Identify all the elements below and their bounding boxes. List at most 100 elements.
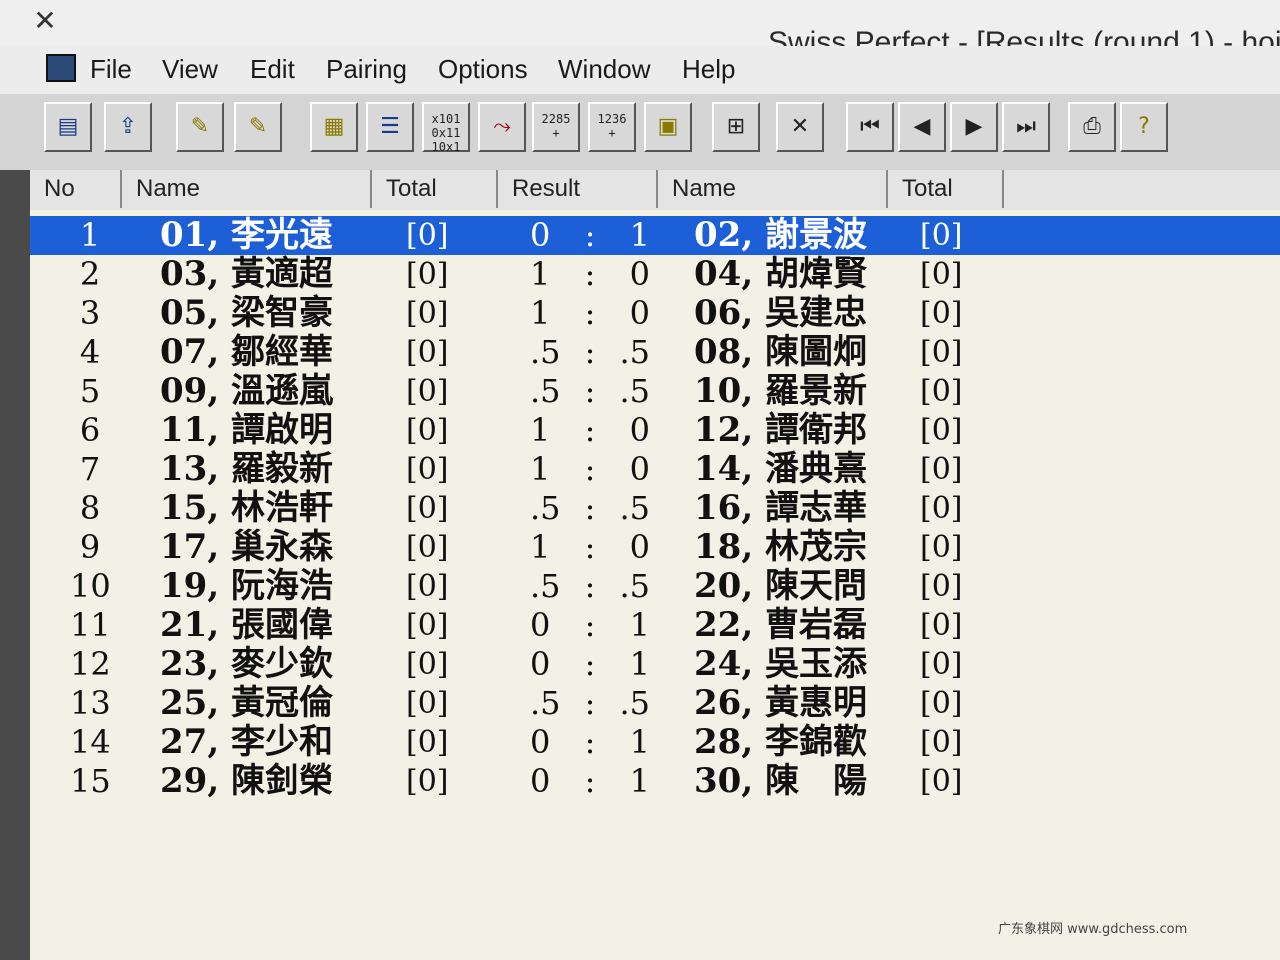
print-icon[interactable]: ⎙ bbox=[1068, 102, 1116, 152]
table-row[interactable]: 9 17, 巢永森 [0] 1:0 18, 林茂宗 [0] bbox=[30, 528, 1280, 567]
white-total: [0] bbox=[406, 764, 449, 799]
result[interactable]: 1:0 bbox=[530, 294, 650, 333]
flashlight-more-icon[interactable]: ✎ bbox=[234, 102, 282, 152]
row-no: 7 bbox=[79, 450, 101, 488]
first-icon[interactable]: ⏮ bbox=[846, 102, 894, 152]
table-row[interactable]: 12 23, 麥少欽 [0] 0:1 24, 吳玉添 [0] bbox=[30, 645, 1280, 684]
result[interactable]: 0:1 bbox=[530, 723, 650, 762]
result[interactable]: 1:0 bbox=[530, 450, 650, 489]
white-total: [0] bbox=[406, 335, 449, 370]
table-row[interactable]: 13 25, 黃冠倫 [0] .5: .5 26, 黃惠明 [0] bbox=[30, 684, 1280, 723]
result[interactable]: 1:0 bbox=[530, 411, 650, 450]
result-black: .5 bbox=[619, 333, 650, 371]
result[interactable]: .5: .5 bbox=[530, 567, 650, 606]
header-total2[interactable]: Total bbox=[888, 170, 1004, 208]
binary-icon[interactable]: x101 0x11 10x1 bbox=[422, 102, 470, 154]
result-white: 0 bbox=[530, 723, 551, 761]
menu-window[interactable]: Window bbox=[558, 54, 650, 85]
result-white: 1 bbox=[530, 294, 551, 332]
result[interactable]: .5: .5 bbox=[530, 333, 650, 372]
result-sep: : bbox=[584, 489, 596, 527]
cross-icon[interactable]: ✕ bbox=[776, 102, 824, 152]
table-row[interactable]: 11 21, 張國偉 [0] 0:1 22, 曹岩磊 [0] bbox=[30, 606, 1280, 645]
header-name2[interactable]: Name bbox=[658, 170, 888, 208]
white-total: [0] bbox=[406, 647, 449, 682]
add-2285-label: 2285 bbox=[541, 112, 571, 126]
black-player: 20, 陳天問 bbox=[694, 566, 867, 606]
result-sep: : bbox=[584, 528, 596, 566]
menu-options[interactable]: Options bbox=[438, 54, 528, 85]
white-total: [0] bbox=[406, 686, 449, 721]
result-white: 0 bbox=[530, 606, 551, 644]
table-row[interactable]: 1 01, 李光遠 [0] 0:1 02, 謝景波 [0] bbox=[30, 216, 1280, 255]
table-row[interactable]: 7 13, 羅毅新 [0] 1:0 14, 潘典熹 [0] bbox=[30, 450, 1280, 489]
menu-help[interactable]: Help bbox=[682, 54, 735, 85]
black-player: 10, 羅景新 bbox=[694, 371, 867, 411]
menu-file[interactable]: File bbox=[90, 54, 132, 85]
black-total: [0] bbox=[920, 764, 963, 799]
add-2285-icon[interactable]: 2285 + bbox=[532, 102, 580, 152]
notes-icon[interactable]: ▦ bbox=[310, 102, 358, 152]
row-no: 9 bbox=[79, 528, 101, 566]
image-icon[interactable]: ▣ bbox=[644, 102, 692, 152]
white-player: 13, 羅毅新 bbox=[160, 449, 333, 489]
table-row[interactable]: 4 07, 鄒經華 [0] .5: .5 08, 陳圖炯 [0] bbox=[30, 333, 1280, 372]
document-icon[interactable] bbox=[46, 54, 76, 82]
help-icon[interactable]: ? bbox=[1120, 102, 1168, 152]
result-white: 1 bbox=[530, 528, 551, 566]
result[interactable]: .5: .5 bbox=[530, 372, 650, 411]
new-icon[interactable]: ▤ bbox=[44, 102, 92, 152]
row-no: 4 bbox=[79, 333, 101, 371]
header-name[interactable]: Name bbox=[122, 170, 372, 208]
white-player: 07, 鄒經華 bbox=[160, 332, 333, 372]
table-row[interactable]: 8 15, 林浩軒 [0] .5: .5 16, 譚志華 [0] bbox=[30, 489, 1280, 528]
black-player: 14, 潘典熹 bbox=[694, 449, 867, 489]
result[interactable]: 0:1 bbox=[530, 762, 650, 801]
table-row[interactable]: 15 29, 陳釗榮 [0] 0:1 30, 陳 陽 [0] bbox=[30, 762, 1280, 801]
result-black: .5 bbox=[619, 372, 650, 410]
menu-edit[interactable]: Edit bbox=[250, 54, 295, 85]
last-icon[interactable]: ⏭ bbox=[1002, 102, 1050, 152]
result[interactable]: .5: .5 bbox=[530, 489, 650, 528]
header-result[interactable]: Result bbox=[498, 170, 658, 208]
table-row[interactable]: 5 09, 溫遜嵐 [0] .5: .5 10, 羅景新 [0] bbox=[30, 372, 1280, 411]
menu-view[interactable]: View bbox=[162, 54, 218, 85]
header-total[interactable]: Total bbox=[372, 170, 498, 208]
row-no: 1 bbox=[79, 216, 101, 254]
open-icon[interactable]: ⇪ bbox=[104, 102, 152, 152]
table-row[interactable]: 14 27, 李少和 [0] 0:1 28, 李錦歡 [0] bbox=[30, 723, 1280, 762]
table-row[interactable]: 2 03, 黃適超 [0] 1:0 04, 胡煒賢 [0] bbox=[30, 255, 1280, 294]
result-sep: : bbox=[584, 645, 596, 683]
header-no[interactable]: No bbox=[30, 170, 122, 208]
result[interactable]: 0:1 bbox=[530, 216, 650, 255]
black-player: 22, 曹岩磊 bbox=[694, 605, 867, 645]
menu-pairing[interactable]: Pairing bbox=[326, 54, 407, 85]
white-player: 09, 溫遜嵐 bbox=[160, 371, 333, 411]
white-player: 21, 張國偉 bbox=[160, 605, 333, 645]
white-player: 25, 黃冠倫 bbox=[160, 683, 333, 723]
next-icon[interactable]: ▶ bbox=[950, 102, 998, 152]
add-1236-icon[interactable]: 1236 + bbox=[588, 102, 636, 152]
result[interactable]: 1:0 bbox=[530, 528, 650, 567]
flashlight-icon[interactable]: ✎ bbox=[176, 102, 224, 152]
white-player: 17, 巢永森 bbox=[160, 527, 333, 567]
table-icon[interactable]: ⊞ bbox=[712, 102, 760, 152]
crossed-pieces-icon[interactable]: ✕ bbox=[28, 6, 62, 36]
graph-icon[interactable]: ⤳ bbox=[478, 102, 526, 152]
result[interactable]: .5: .5 bbox=[530, 684, 650, 723]
white-player: 01, 李光遠 bbox=[160, 215, 333, 255]
table-row[interactable]: 10 19, 阮海浩 [0] .5: .5 20, 陳天問 [0] bbox=[30, 567, 1280, 606]
white-player: 23, 麥少欽 bbox=[160, 644, 333, 684]
table-row[interactable]: 6 11, 譚啟明 [0] 1:0 12, 譚衛邦 [0] bbox=[30, 411, 1280, 450]
row-no: 8 bbox=[79, 489, 101, 527]
result[interactable]: 1:0 bbox=[530, 255, 650, 294]
result[interactable]: 0:1 bbox=[530, 606, 650, 645]
result-sep: : bbox=[584, 567, 596, 605]
list-icon[interactable]: ☰ bbox=[366, 102, 414, 152]
result-sep: : bbox=[584, 684, 596, 722]
black-total: [0] bbox=[920, 530, 963, 565]
white-total: [0] bbox=[406, 452, 449, 487]
result[interactable]: 0:1 bbox=[530, 645, 650, 684]
table-row[interactable]: 3 05, 梁智豪 [0] 1:0 06, 吳建忠 [0] bbox=[30, 294, 1280, 333]
prev-icon[interactable]: ◀ bbox=[898, 102, 946, 152]
